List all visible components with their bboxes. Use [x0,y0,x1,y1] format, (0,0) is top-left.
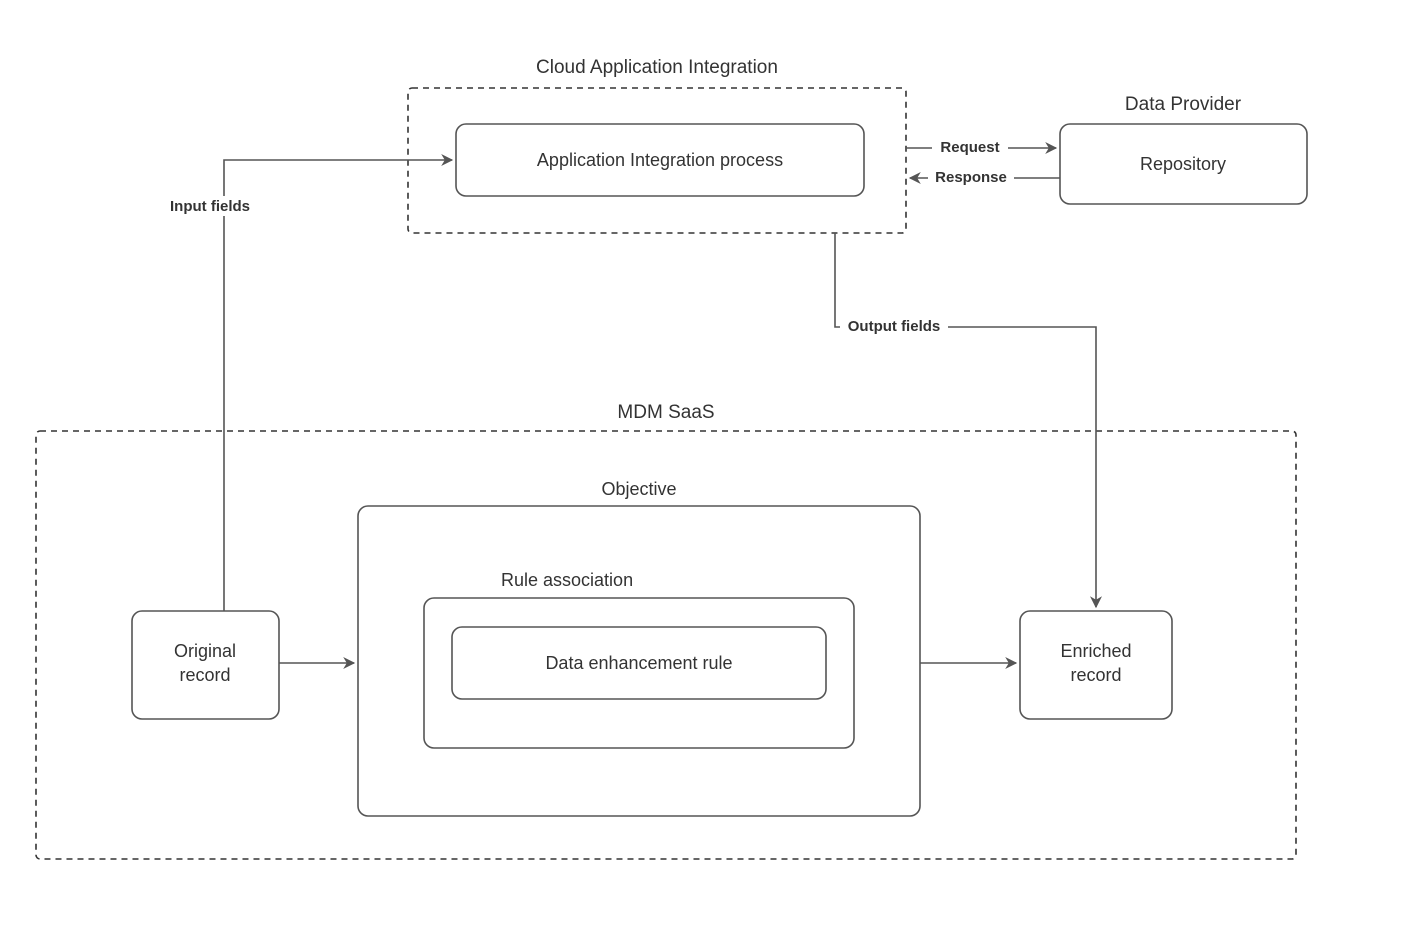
cloud-application-integration-title: Cloud Application Integration [536,57,778,78]
repository-label: Repository [1140,154,1226,174]
objective-title: Objective [601,479,676,499]
mdm-saas-title: MDM SaaS [617,402,714,423]
original-record-line2: record [179,665,230,685]
arrow-request: Request [906,138,1056,156]
input-fields-label: Input fields [170,198,250,215]
application-integration-process-box: Application Integration process [456,124,864,196]
enriched-record-line1: Enriched [1060,641,1131,661]
original-record-line1: Original [174,641,236,661]
response-label: Response [935,169,1007,186]
application-integration-process-label: Application Integration process [537,150,783,170]
enriched-record-line2: record [1070,665,1121,685]
arrow-response: Response [910,168,1060,186]
data-enhancement-rule-box: Data enhancement rule [452,627,826,699]
data-enhancement-rule-label: Data enhancement rule [545,653,732,673]
request-label: Request [940,139,999,156]
data-provider-title: Data Provider [1125,94,1242,115]
original-record-box: Original record [132,611,279,719]
rule-association-title: Rule association [501,570,633,590]
repository-box: Repository [1060,124,1307,204]
output-fields-label: Output fields [848,318,941,335]
enriched-record-box: Enriched record [1020,611,1172,719]
